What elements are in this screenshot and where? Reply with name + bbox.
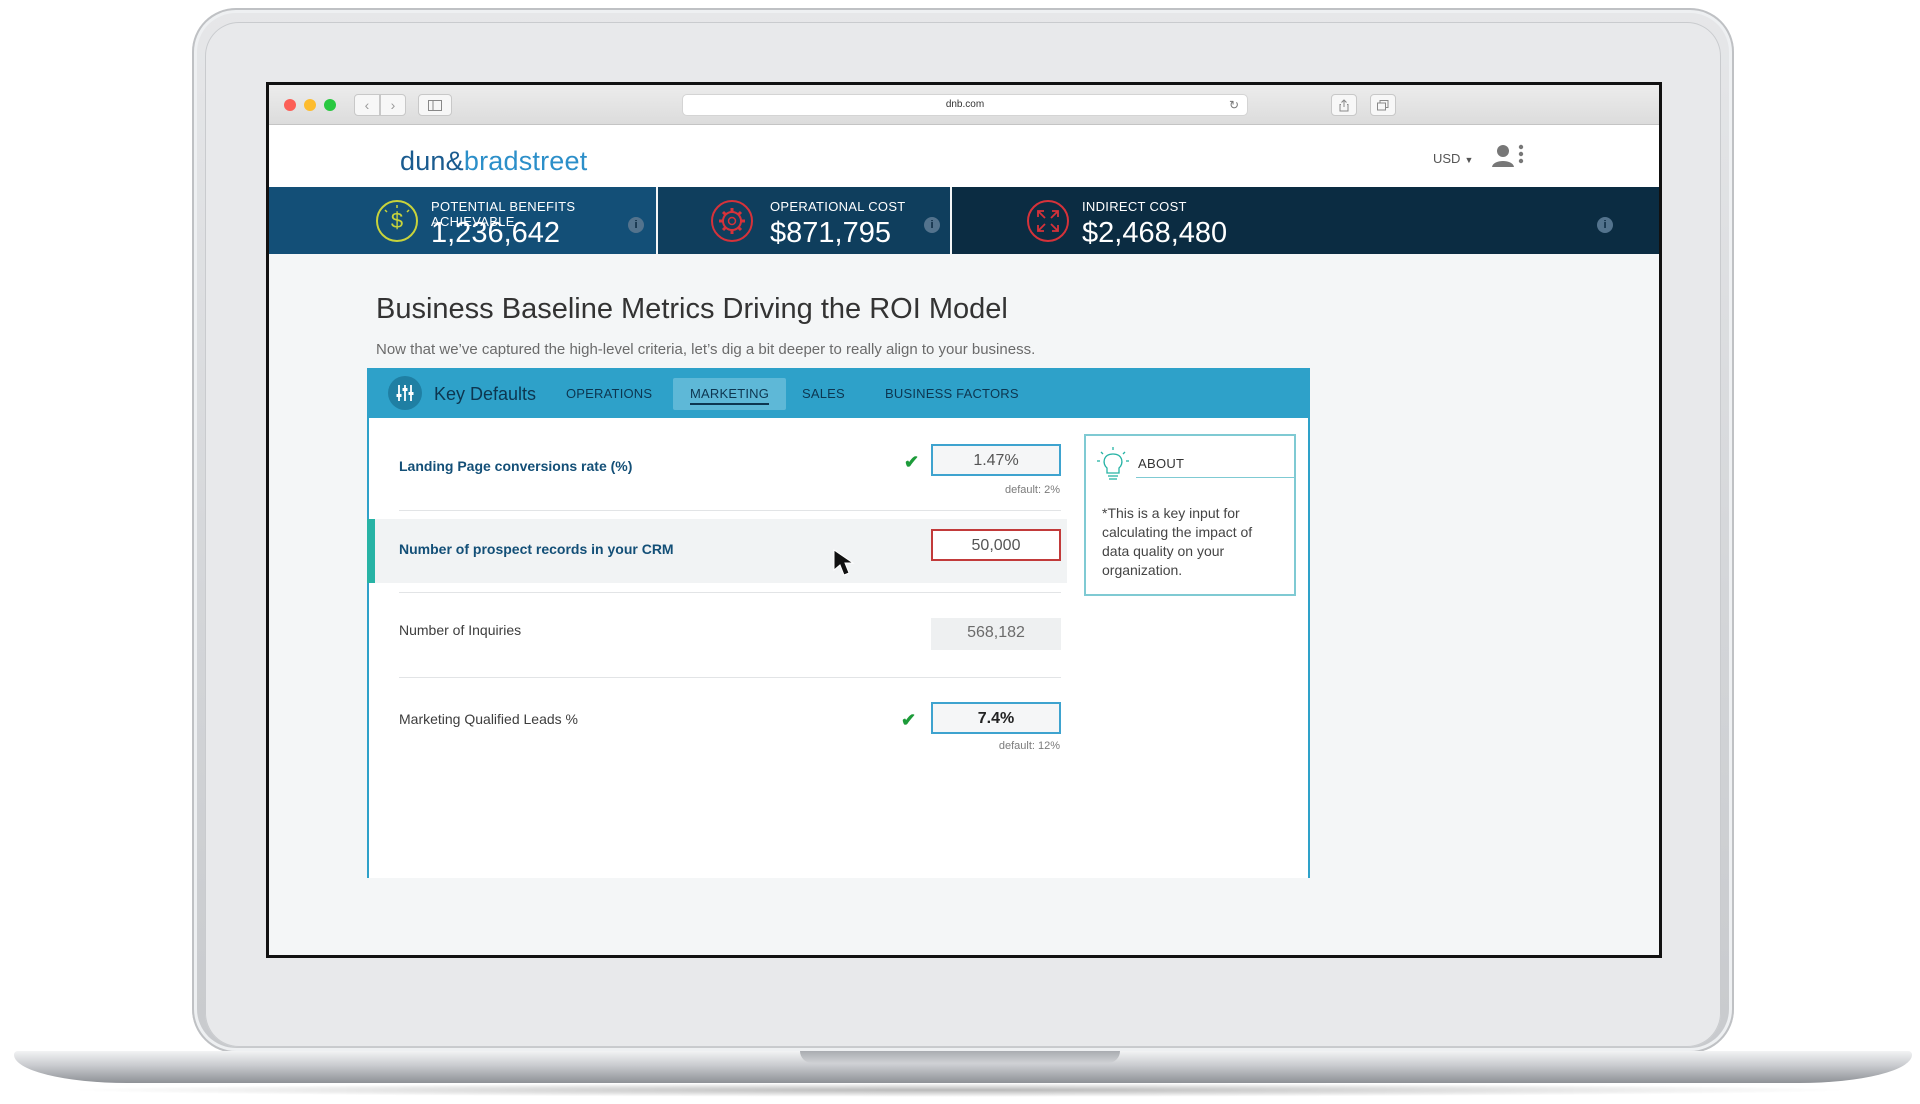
show-tabs-button[interactable] <box>1370 94 1396 116</box>
chevron-left-icon: ‹ <box>364 97 370 113</box>
key-defaults-title: Key Defaults <box>434 384 537 404</box>
share-icon <box>1339 99 1349 112</box>
row-divider <box>399 677 1061 678</box>
default-hint: default: 12% <box>998 740 1060 752</box>
zoom-window-button[interactable] <box>324 99 336 111</box>
svg-text:$: $ <box>391 208 403 233</box>
kpi-value: $2,468,480 <box>1082 217 1228 249</box>
metric-label: Number of Inquiries <box>399 622 522 638</box>
chevron-right-icon: › <box>390 97 396 113</box>
sliders-icon <box>388 376 422 410</box>
metric-row-mql: Marketing Qualified Leads % ✔ 7.4% defau… <box>369 702 1069 762</box>
info-icon[interactable]: i <box>924 217 940 233</box>
row-divider <box>399 510 1061 511</box>
sidebar-toggle-button[interactable] <box>418 94 452 116</box>
kpi-band: $ POTENTIAL BENEFITS ACHIEVABLE 1,236,64… <box>269 187 1659 254</box>
dollar-icon: $ <box>376 200 418 242</box>
tab-marketing[interactable]: MARKETING <box>673 378 787 410</box>
metric-label: Marketing Qualified Leads % <box>399 711 578 727</box>
kpi-value: $871,795 <box>770 217 891 249</box>
share-button[interactable] <box>1331 94 1357 116</box>
default-hint: default: 2% <box>1004 484 1060 496</box>
row-accent-bar <box>367 519 375 583</box>
lightbulb-icon <box>1097 447 1129 480</box>
crm-records-input[interactable]: 50,000 <box>931 529 1061 561</box>
url-text: dnb.com <box>945 99 985 110</box>
about-divider <box>1136 477 1294 478</box>
info-icon[interactable]: i <box>1597 217 1613 233</box>
browser-toolbar: ‹ › dnb.com ↻ <box>269 85 1659 125</box>
about-title: ABOUT <box>1138 456 1185 471</box>
laptop-notch <box>800 1051 1120 1063</box>
sidebar-icon <box>428 100 442 111</box>
user-menu-button[interactable] <box>1491 143 1531 171</box>
landing-conversion-input[interactable]: 1.47% <box>931 444 1061 476</box>
expand-arrows-icon <box>1027 200 1069 242</box>
metric-row-inquiries: Number of Inquiries 568,182 <box>369 610 1069 660</box>
kpi-label: INDIRECT COST <box>1082 199 1187 214</box>
logo-text-bradstreet: bradstreet <box>463 146 588 176</box>
laptop-screen: ‹ › dnb.com ↻ dun&bradstreet USD ▼ $ POT… <box>266 82 1662 958</box>
info-icon[interactable]: i <box>628 217 644 233</box>
kpi-operational-cost: OPERATIONAL COST $871,795 i <box>658 187 950 254</box>
metric-label: Landing Page conversions rate (%) <box>399 458 633 474</box>
caret-down-icon: ▼ <box>1464 155 1474 165</box>
tab-operations[interactable]: OPERATIONS <box>549 378 669 410</box>
reload-icon[interactable]: ↻ <box>1229 95 1239 115</box>
checkmark-icon: ✔ <box>904 452 920 472</box>
currency-value: USD <box>1433 151 1461 166</box>
back-button[interactable]: ‹ <box>354 94 380 116</box>
metric-row-crm-records: Number of prospect records in your CRM 5… <box>367 519 1069 583</box>
metric-label: Number of prospect records in your CRM <box>399 541 674 557</box>
about-card: ABOUT *This is a key input for calculati… <box>1084 434 1296 596</box>
tab-business-factors[interactable]: BUSINESS FACTORS <box>868 378 1036 410</box>
logo-text-dun: dun <box>400 146 446 176</box>
address-bar[interactable]: dnb.com ↻ <box>682 94 1248 116</box>
kpi-potential-benefits: $ POTENTIAL BENEFITS ACHIEVABLE 1,236,64… <box>269 187 656 254</box>
checkmark-icon: ✔ <box>901 710 917 730</box>
kpi-value: 1,236,642 <box>431 217 561 249</box>
page-title: Business Baseline Metrics Driving the RO… <box>376 293 1008 325</box>
gear-icon <box>711 200 753 242</box>
dnb-logo[interactable]: dun&bradstreet <box>400 146 587 177</box>
laptop-shadow <box>60 1083 1860 1097</box>
close-window-button[interactable] <box>284 99 296 111</box>
minimize-window-button[interactable] <box>304 99 316 111</box>
tabs-bar: Key Defaults OPERATIONS MARKETING SALES … <box>367 368 1310 418</box>
tabs-icon <box>1377 100 1389 111</box>
metric-row-landing-conversion: Landing Page conversions rate (%) ✔ 1.47… <box>369 444 1069 504</box>
browser-window: ‹ › dnb.com ↻ dun&bradstreet USD ▼ $ POT… <box>269 85 1659 955</box>
row-divider <box>399 592 1061 593</box>
app-header: dun&bradstreet USD ▼ <box>269 125 1659 187</box>
page-subtitle: Now that we’ve captured the high-level c… <box>376 341 1036 358</box>
about-text: *This is a key input for calculating the… <box>1102 505 1253 578</box>
kpi-label: OPERATIONAL COST <box>770 199 906 214</box>
currency-selector[interactable]: USD ▼ <box>1433 151 1473 166</box>
mql-input[interactable]: 7.4% <box>931 702 1061 734</box>
metrics-panel: Landing Page conversions rate (%) ✔ 1.47… <box>367 418 1310 878</box>
kpi-indirect-cost: INDIRECT COST $2,468,480 i <box>952 187 1659 254</box>
forward-button[interactable]: › <box>380 94 406 116</box>
user-icon <box>1492 144 1524 167</box>
inquiries-value: 568,182 <box>931 618 1061 650</box>
mouse-cursor-icon <box>833 549 855 576</box>
logo-ampersand: & <box>445 146 464 176</box>
tab-sales[interactable]: SALES <box>785 378 862 410</box>
